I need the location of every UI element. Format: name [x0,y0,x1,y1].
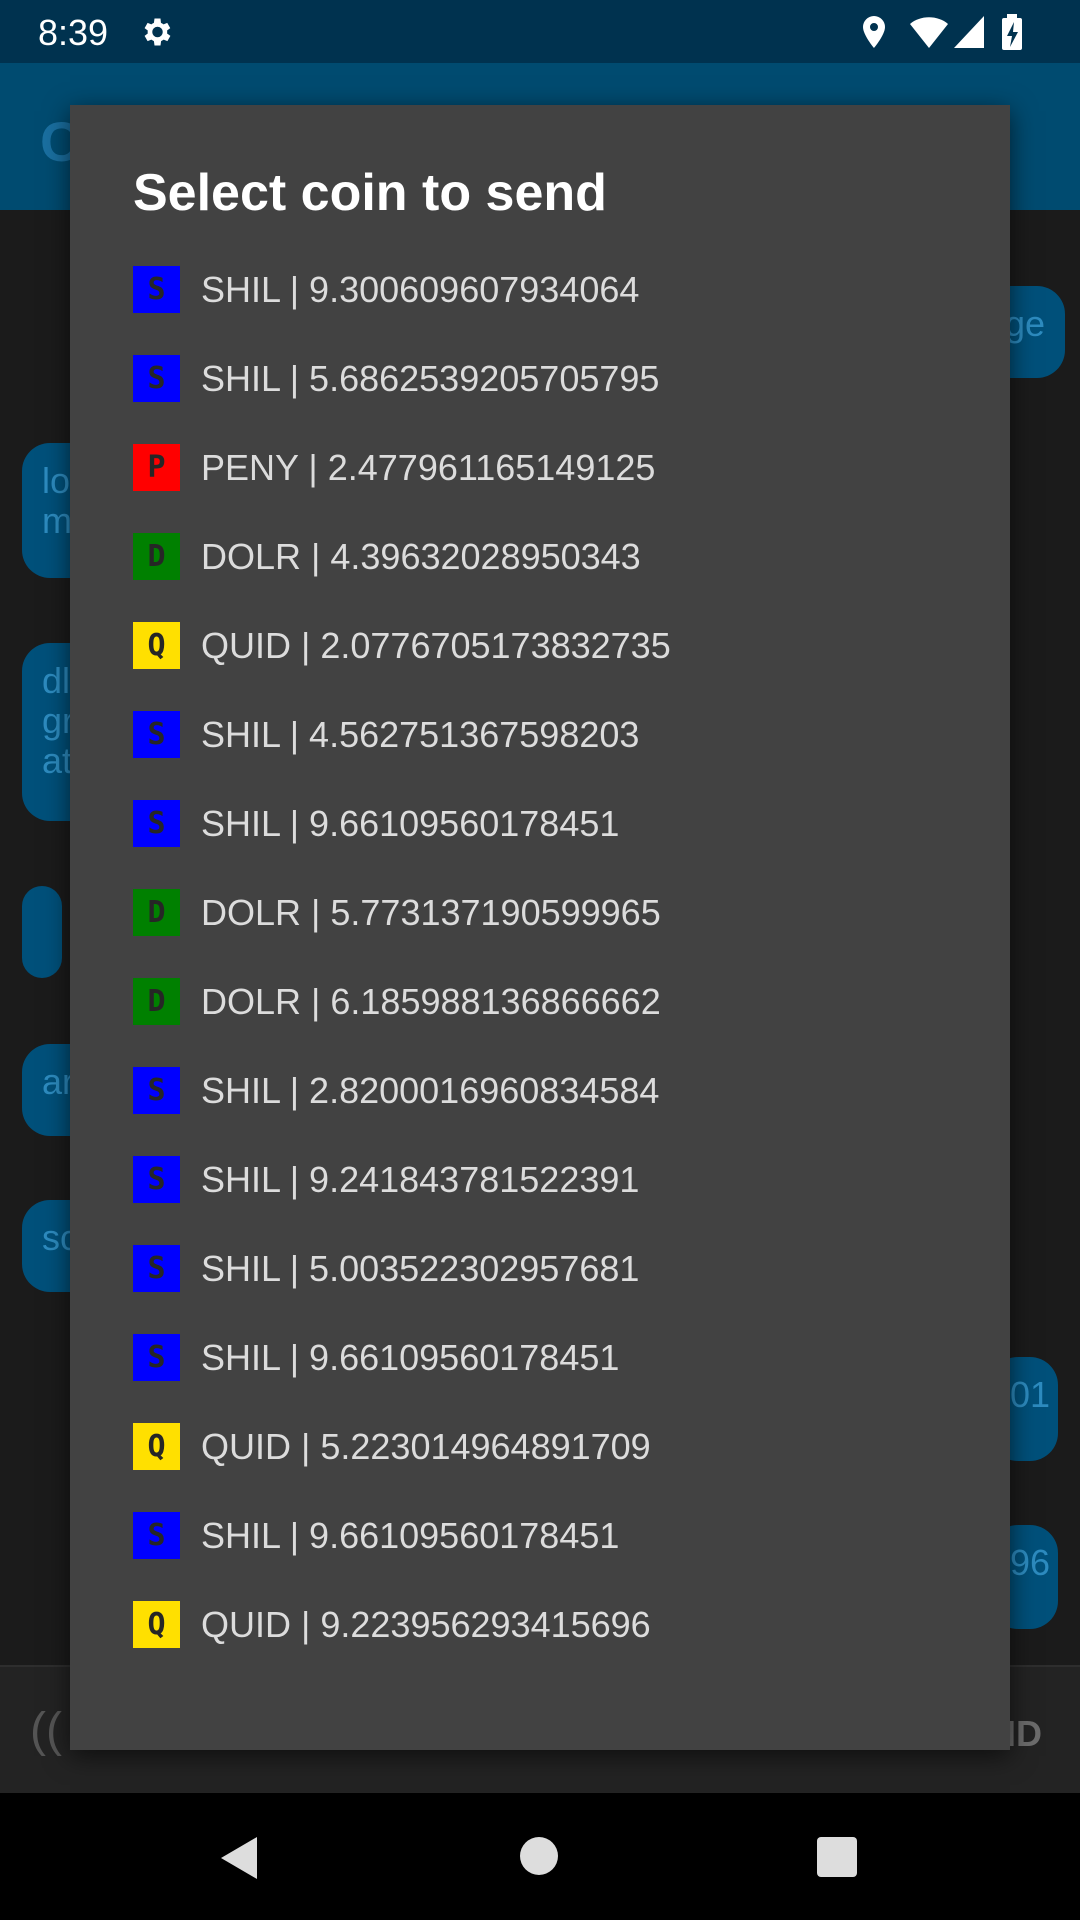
coin-label: SHIL | 4.562751367598203 [201,713,640,755]
coin-label: DOLR | 5.773137190599965 [201,891,661,933]
dialog-title: Select coin to send [133,164,607,222]
coin-icon: S [133,266,180,313]
coin-label: SHIL | 5.003522302957681 [201,1247,640,1289]
coin-label: SHIL | 9.241843781522391 [201,1158,640,1200]
coin-list-item[interactable]: S SHIL | 9.300609607934064 [70,245,1010,334]
coin-label: SHIL | 9.300609607934064 [201,268,640,310]
coin-list-item[interactable]: D DOLR | 4.39632028950343 [70,512,1010,601]
coin-icon: S [133,1067,180,1114]
coin-icon: P [133,444,180,491]
recents-square-icon[interactable] [816,1836,858,1878]
input-icon: (( [30,1704,62,1757]
status-icons [863,14,1022,50]
status-time: 8:39 [38,12,109,53]
coin-icon: S [133,1334,180,1381]
coin-list-item[interactable]: Q QUID | 5.223014964891709 [70,1402,1010,1491]
coin-icon: S [133,1512,180,1559]
coin-label: QUID | 5.223014964891709 [201,1425,651,1467]
coin-list-item[interactable]: D DOLR | 6.185988136866662 [70,957,1010,1046]
coin-list: S SHIL | 9.300609607934064 S SHIL | 5.68625… [70,245,1010,1669]
coin-list-item[interactable]: Q QUID | 2.0776705173832735 [70,601,1010,690]
coin-icon: D [133,889,180,936]
gear-icon [144,18,171,46]
home-circle-icon[interactable] [518,1835,560,1877]
coin-list-item[interactable]: S SHIL | 2.8200016960834584 [70,1046,1010,1135]
location-icon [863,16,885,48]
coin-icon: S [133,711,180,758]
coin-label: PENY | 2.477961165149125 [201,446,656,488]
coin-label: SHIL | 9.66109560178451 [201,1336,620,1378]
coin-icon: S [133,1156,180,1203]
coin-label: SHIL | 9.66109560178451 [201,1514,620,1556]
coin-label: SHIL | 9.66109560178451 [201,802,620,844]
coin-list-item[interactable]: S SHIL | 5.6862539205705795 [70,334,1010,423]
coin-label: QUID | 9.223956293415696 [201,1603,651,1645]
back-triangle-icon[interactable] [215,1835,261,1881]
coin-label: DOLR | 4.39632028950343 [201,535,641,577]
coin-list-item[interactable]: S SHIL | 5.003522302957681 [70,1224,1010,1313]
coin-label: QUID | 2.0776705173832735 [201,624,671,666]
navigation-bar [0,1793,1080,1920]
coin-icon: Q [133,1601,180,1648]
coin-label: SHIL | 5.6862539205705795 [201,357,660,399]
coin-list-item[interactable]: Q QUID | 9.223956293415696 [70,1580,1010,1669]
coin-list-item[interactable]: P PENY | 2.477961165149125 [70,423,1010,512]
coin-icon: D [133,533,180,580]
coin-list-item[interactable]: S SHIL | 4.562751367598203 [70,690,1010,779]
message-bubble [22,886,62,978]
coin-list-item[interactable]: S SHIL | 9.241843781522391 [70,1135,1010,1224]
coin-icon: S [133,1245,180,1292]
coin-label: DOLR | 6.185988136866662 [201,980,661,1022]
battery-icon [1002,14,1022,50]
coin-icon: Q [133,1423,180,1470]
coin-list-item[interactable]: D DOLR | 5.773137190599965 [70,868,1010,957]
coin-icon: S [133,800,180,847]
select-coin-dialog: Select coin to send S SHIL | 9.3006096079… [70,105,1010,1750]
cell-signal-icon [954,16,984,48]
coin-label: SHIL | 2.8200016960834584 [201,1069,660,1111]
coin-icon: S [133,355,180,402]
wifi-icon [910,17,948,48]
status-bar: 8:39 [0,0,1080,63]
coin-list-item[interactable]: S SHIL | 9.66109560178451 [70,779,1010,868]
coin-list-item[interactable]: S SHIL | 9.66109560178451 [70,1491,1010,1580]
coin-icon: D [133,978,180,1025]
coin-list-item[interactable]: S SHIL | 9.66109560178451 [70,1313,1010,1402]
coin-icon: Q [133,622,180,669]
